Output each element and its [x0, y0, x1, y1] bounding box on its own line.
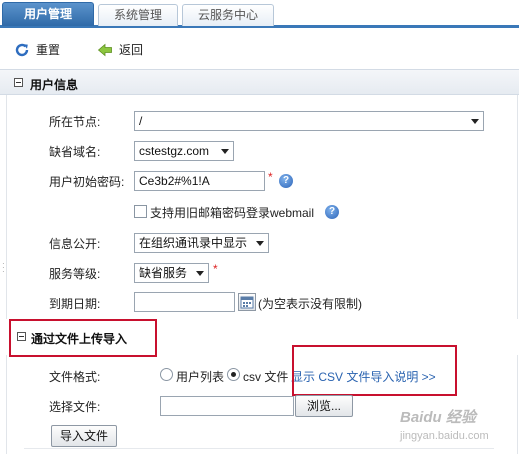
back-arrow-icon	[97, 42, 113, 58]
expire-date-input[interactable]	[134, 292, 235, 312]
service-value: 缺省服务	[139, 266, 188, 280]
password-input[interactable]	[134, 171, 265, 191]
toolbar: 重置 返回	[0, 31, 519, 67]
chevron-down-icon	[256, 241, 264, 246]
watermark-logo-text: Baidu 经验	[400, 409, 476, 426]
service-label: 服务等级:	[49, 267, 101, 281]
refresh-icon	[14, 42, 30, 58]
file-label: 选择文件:	[49, 400, 101, 414]
import-section-header[interactable]: 通过文件上传导入	[0, 319, 519, 355]
password-label: 用户初始密码:	[49, 175, 125, 189]
import-file-button[interactable]: 导入文件	[51, 425, 117, 447]
publish-label: 信息公开:	[49, 237, 101, 251]
radio-csv-file[interactable]	[227, 368, 240, 381]
expire-label: 到期日期:	[49, 297, 101, 311]
file-path-input[interactable]	[160, 396, 294, 416]
domain-label: 缺省域名:	[49, 145, 101, 159]
import-title: 通过文件上传导入	[31, 332, 128, 346]
radio-user-list[interactable]	[160, 368, 173, 381]
user-info-section-header[interactable]: 用户信息	[0, 69, 519, 95]
chevron-down-icon	[196, 271, 204, 276]
node-select[interactable]: /	[134, 111, 484, 131]
csv-help-link[interactable]: 显示 CSV 文件导入说明 >>	[291, 368, 436, 385]
node-value: /	[139, 114, 143, 128]
watermark-url: jingyan.baidu.com	[400, 430, 489, 442]
chevron-down-icon	[221, 149, 229, 154]
expire-hint: (为空表示没有限制)	[258, 297, 362, 311]
calendar-icon[interactable]	[238, 293, 256, 311]
resize-handle-icon[interactable]: · · ·	[2, 260, 5, 276]
chevron-down-icon	[471, 119, 479, 124]
tab-user-management[interactable]: 用户管理	[2, 2, 94, 26]
publish-select[interactable]: 在组织通讯录中显示	[134, 233, 269, 253]
domain-value: cstestgz.com	[139, 144, 210, 158]
reset-button[interactable]: 重置	[14, 40, 60, 60]
help-icon[interactable]: ?	[279, 174, 293, 188]
back-label: 返回	[119, 43, 144, 57]
collapse-icon[interactable]	[14, 78, 23, 87]
tab-system-management[interactable]: 系统管理	[98, 4, 178, 26]
tab-bar: 用户管理 系统管理 云服务中心	[0, 0, 519, 28]
old-password-label: 支持用旧邮箱密码登录webmail	[150, 206, 315, 220]
radio-user-list-label: 用户列表	[176, 370, 225, 384]
tab-cloud-service[interactable]: 云服务中心	[182, 4, 274, 26]
panel-right-border	[517, 95, 518, 454]
format-label: 文件格式:	[49, 370, 101, 384]
panel-left-border	[6, 95, 7, 454]
baidu-watermark: Baidu 经验 jingyan.baidu.com	[396, 404, 518, 452]
publish-value: 在组织通讯录中显示	[139, 236, 248, 250]
required-mark: *	[268, 170, 273, 184]
required-mark: *	[213, 262, 218, 276]
back-button[interactable]: 返回	[97, 40, 143, 60]
service-select[interactable]: 缺省服务	[134, 263, 209, 283]
user-info-title: 用户信息	[30, 78, 79, 92]
reset-label: 重置	[36, 43, 61, 57]
node-label: 所在节点:	[49, 115, 101, 129]
domain-select[interactable]: cstestgz.com	[134, 141, 234, 161]
radio-csv-file-label: csv 文件	[243, 370, 289, 384]
collapse-icon[interactable]	[17, 332, 26, 341]
old-password-checkbox[interactable]	[134, 205, 147, 218]
browse-button[interactable]: 浏览...	[295, 395, 353, 417]
help-icon[interactable]: ?	[325, 205, 339, 219]
